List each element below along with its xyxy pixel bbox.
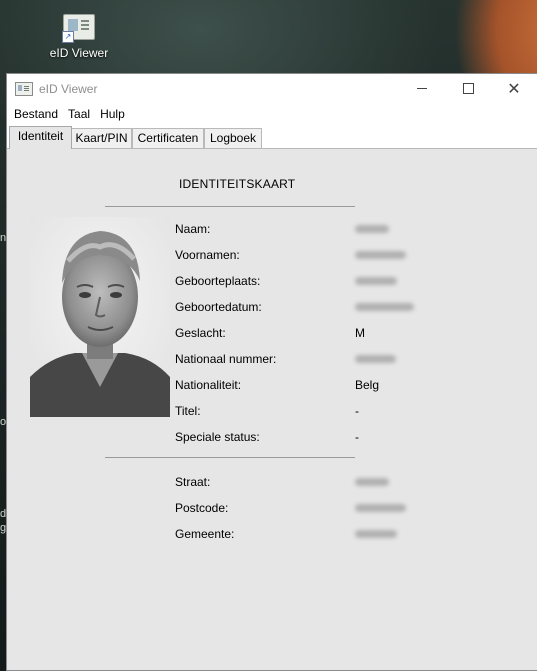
eid-viewer-window: eID Viewer ✕ Bestand Taal Hulp Identitei…	[6, 73, 537, 671]
eid-viewer-icon: ↗	[62, 14, 95, 43]
field-label: Geslacht:	[175, 326, 226, 340]
menu-bestand[interactable]: Bestand	[9, 107, 63, 121]
tab-logboek[interactable]: Logboek	[204, 128, 262, 148]
tab-strip: Identiteit Kaart/PIN Certificaten Logboe…	[7, 125, 537, 149]
field-label: Postcode:	[175, 501, 229, 515]
window-title: eID Viewer	[39, 81, 98, 96]
redacted-value	[355, 303, 414, 311]
field-label: Straat:	[175, 475, 211, 489]
menu-hulp[interactable]: Hulp	[95, 107, 130, 121]
field-value: -	[355, 430, 359, 444]
field-label: Nationaal nummer:	[175, 352, 277, 366]
field-label: Geboorteplaats:	[175, 274, 261, 288]
minimize-icon	[417, 88, 427, 89]
redacted-value	[355, 277, 397, 285]
field-label: Naam:	[175, 222, 211, 236]
id-photo	[30, 217, 170, 417]
shortcut-arrow-icon: ↗	[62, 31, 74, 43]
eid-viewer-icon	[15, 81, 33, 96]
menu-taal[interactable]: Taal	[63, 107, 95, 121]
redacted-value	[355, 251, 406, 259]
close-icon: ✕	[507, 78, 521, 98]
close-button[interactable]: ✕	[491, 74, 537, 103]
field-label: Nationaliteit:	[175, 378, 242, 392]
field-label: Gemeente:	[175, 527, 235, 541]
desktop-shortcut-eid-viewer[interactable]: ↗ eID Viewer	[42, 14, 116, 60]
redacted-value	[355, 478, 389, 486]
maximize-icon	[462, 83, 474, 94]
redacted-value	[355, 225, 389, 233]
maximize-button[interactable]	[445, 74, 491, 103]
field-value: -	[355, 404, 359, 418]
field-label: Speciale status:	[175, 430, 260, 444]
desktop-shortcut-label: eID Viewer	[49, 46, 109, 60]
divider	[105, 457, 355, 458]
divider	[105, 206, 355, 207]
title-bar[interactable]: eID Viewer ✕	[7, 74, 537, 103]
tab-certificaten[interactable]: Certificaten	[132, 128, 204, 148]
redacted-value	[355, 504, 406, 512]
field-label: Titel:	[175, 404, 201, 418]
field-value: Belg	[355, 378, 380, 392]
card-heading: IDENTITEITSKAART	[179, 177, 296, 191]
tab-identiteit[interactable]: Identiteit	[9, 126, 72, 149]
redacted-value	[355, 530, 397, 538]
field-label: Geboortedatum:	[175, 300, 262, 314]
minimize-button[interactable]	[399, 74, 445, 103]
menu-bar: Bestand Taal Hulp	[7, 103, 537, 125]
tab-kaart-pin[interactable]: Kaart/PIN	[71, 128, 132, 148]
field-value: M	[355, 326, 365, 340]
redacted-value	[355, 355, 396, 363]
identity-panel: IDENTITEITSKAART Naam: Voornamen: Geboor…	[7, 149, 537, 669]
field-label: Voornamen:	[175, 248, 240, 262]
